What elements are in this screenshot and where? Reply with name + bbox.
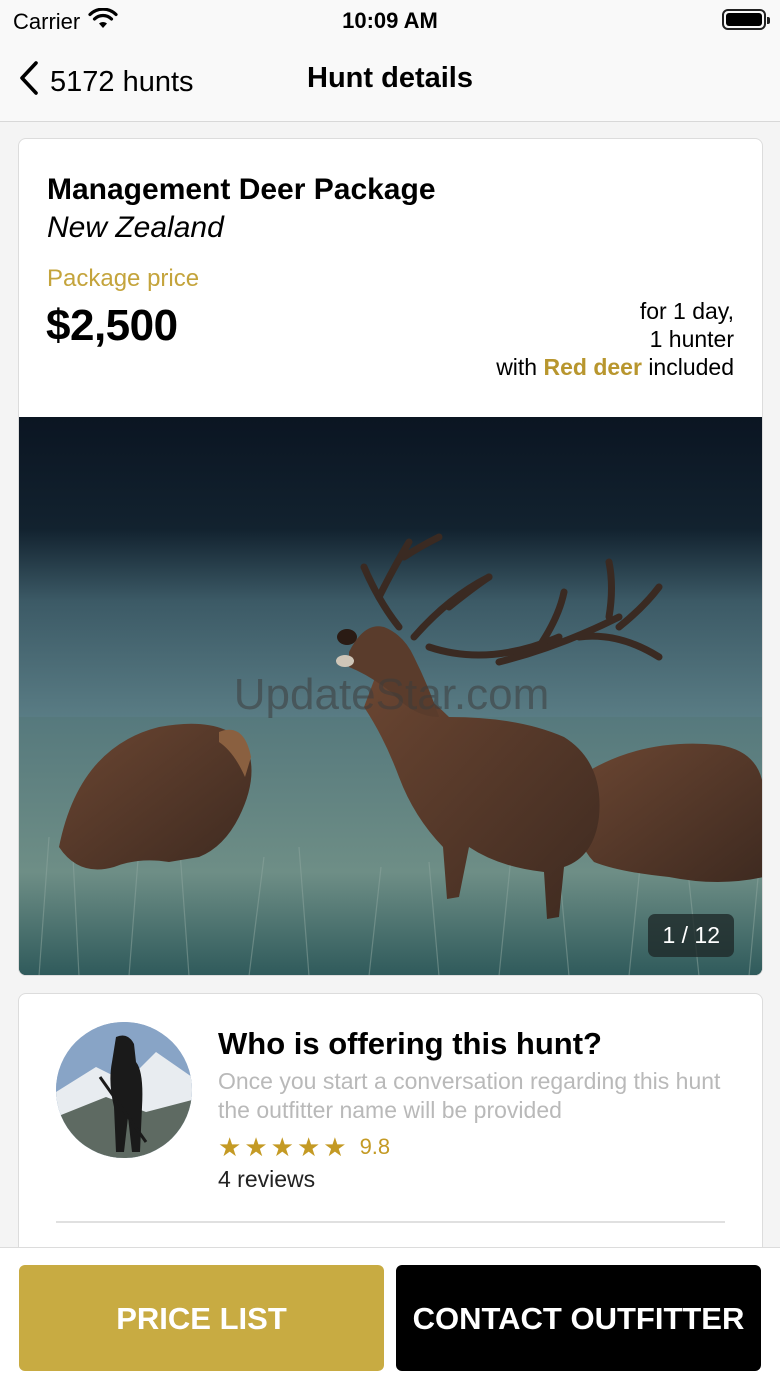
- action-bar: PRICE LIST CONTACT OUTFITTER: [0, 1247, 780, 1387]
- back-label: 5172 hunts: [50, 65, 194, 98]
- price-terms: for 1 day, 1 hunter with Red deer includ…: [496, 297, 734, 381]
- star-icon: ★: [244, 1132, 268, 1162]
- star-icon: ★: [270, 1132, 294, 1162]
- outfitter-heading: Who is offering this hunt?: [218, 1026, 602, 1061]
- rating: ★ ★ ★ ★ ★ 9.8: [218, 1133, 390, 1161]
- star-icon: ★: [218, 1132, 242, 1162]
- nav-bar: 5172 hunts Hunt details: [0, 40, 780, 122]
- price-list-button[interactable]: PRICE LIST: [19, 1265, 384, 1371]
- photo-counter: 1 / 12: [648, 914, 734, 957]
- status-time: 10:09 AM: [342, 8, 438, 33]
- terms-days: for 1 day,: [639, 298, 734, 324]
- price-label: Package price: [47, 265, 200, 292]
- divider: [56, 1221, 725, 1223]
- chevron-left-icon: [18, 60, 40, 104]
- star-icon: ★: [323, 1132, 347, 1162]
- watermark: UpdateStar.com: [233, 670, 550, 719]
- hunt-photo-gallery[interactable]: UpdateStar.com 1 / 12: [19, 417, 762, 975]
- reviews-link[interactable]: 4 reviews: [218, 1166, 315, 1193]
- outfitter-avatar: [56, 1022, 192, 1158]
- back-button[interactable]: 5172 hunts: [18, 60, 194, 104]
- terms-species-line: with Red deer included: [496, 353, 734, 381]
- terms-species[interactable]: Red deer: [543, 354, 641, 380]
- price-value: $2,500: [46, 301, 178, 350]
- package-title: Management Deer Package: [47, 173, 436, 206]
- terms-with: with: [496, 354, 538, 380]
- rating-score: 9.8: [359, 1134, 391, 1159]
- package-location: New Zealand: [47, 211, 224, 244]
- star-icon: ★: [296, 1132, 321, 1162]
- status-bar: Carrier 10:09 AM: [0, 0, 780, 40]
- contact-outfitter-button[interactable]: CONTACT OUTFITTER: [396, 1265, 761, 1371]
- outfitter-description: Once you start a conversation regarding …: [218, 1068, 721, 1123]
- battery-icon: [722, 9, 770, 30]
- terms-hunters: 1 hunter: [649, 326, 734, 352]
- package-card: Management Deer Package New Zealand Pack…: [18, 138, 763, 976]
- terms-included: included: [648, 354, 734, 380]
